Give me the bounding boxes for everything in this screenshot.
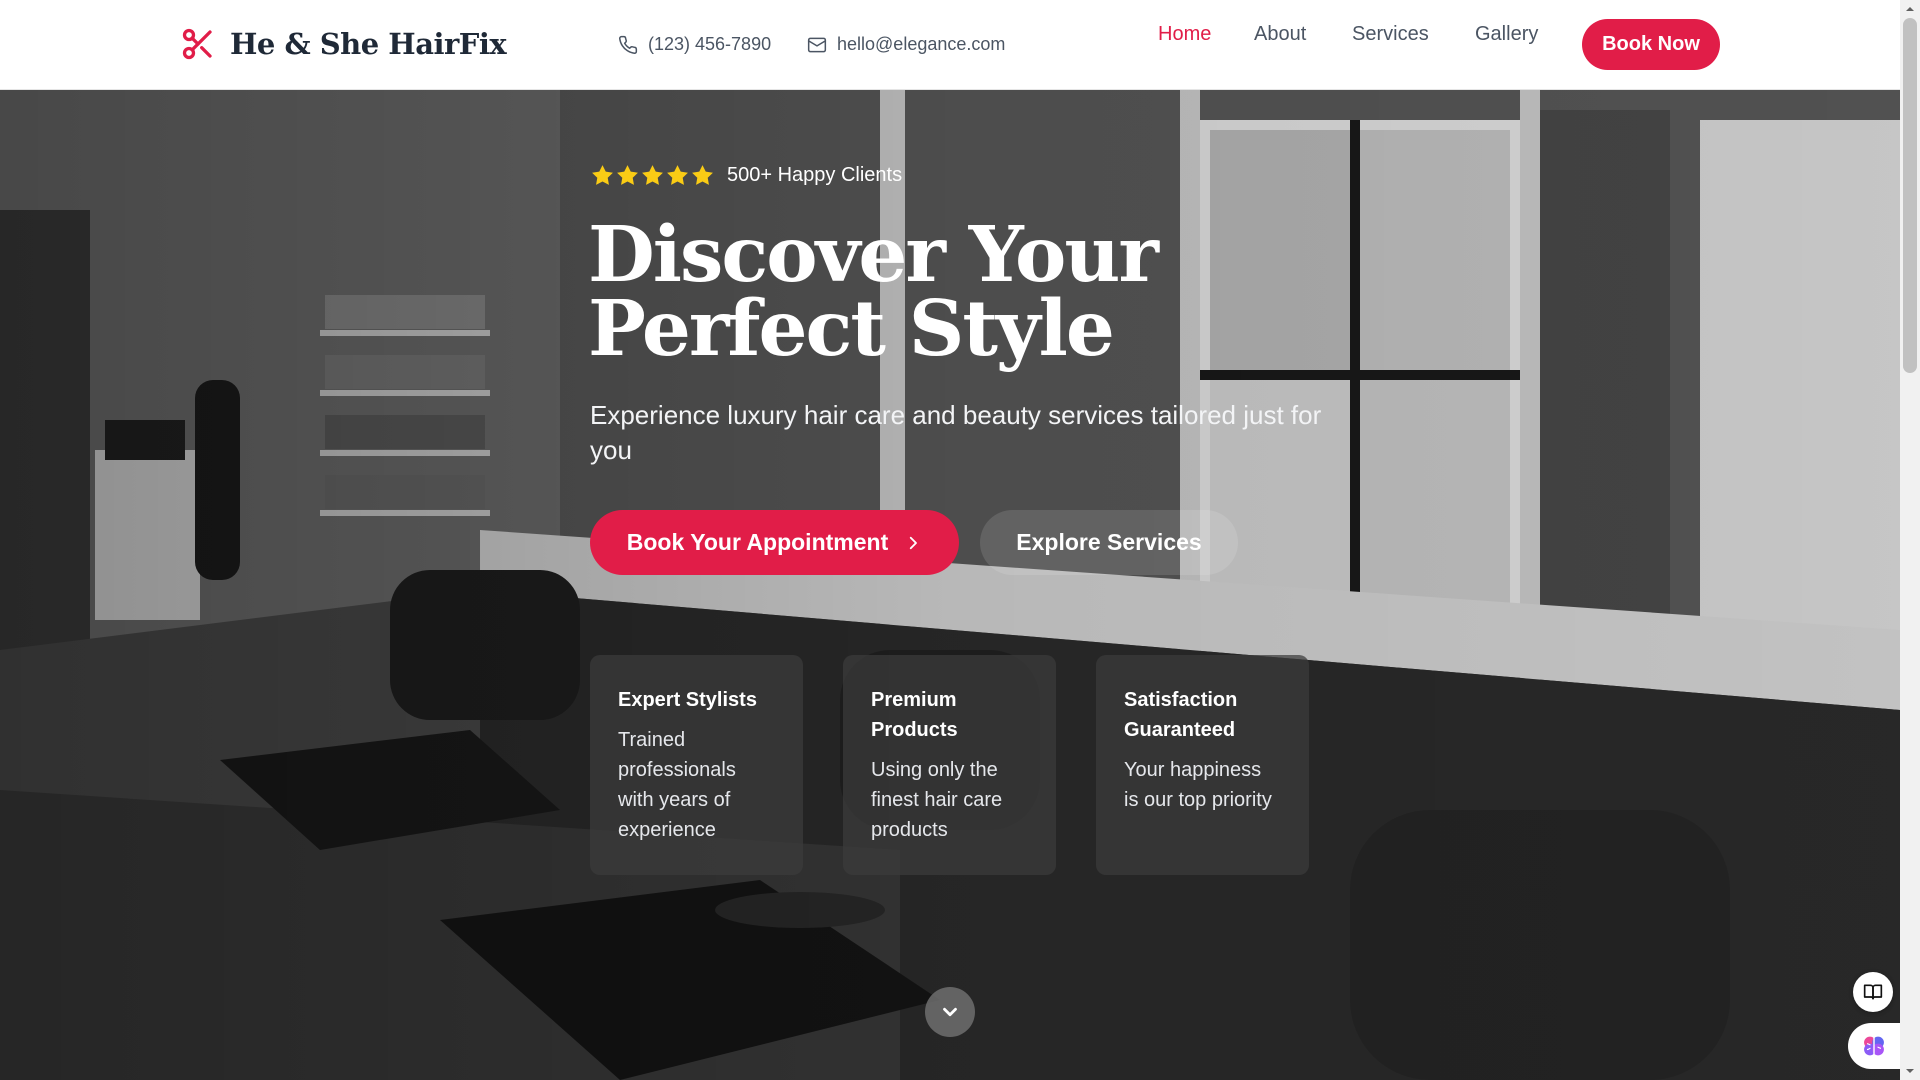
phone-number: (123) 456-7890 bbox=[648, 34, 772, 54]
book-icon bbox=[1863, 984, 1883, 1000]
feature-description: Using only the finest hair care products bbox=[871, 759, 1003, 841]
feature-title: Satisfaction Guaranteed bbox=[1124, 689, 1238, 741]
nav-gallery[interactable]: Gallery bbox=[1475, 23, 1538, 46]
star-icon bbox=[592, 165, 613, 185]
brand-name: He & She HairFix bbox=[230, 27, 507, 61]
headline-line-2: Perfect Style bbox=[588, 284, 1115, 374]
phone-icon bbox=[619, 35, 638, 54]
feature-card-satisfaction-guaranteed: Satisfaction Guaranteed Your happiness i… bbox=[1096, 655, 1309, 875]
feature-description: Trained professionals with years of expe… bbox=[618, 729, 736, 841]
nav-about[interactable]: About bbox=[1254, 23, 1306, 46]
contact-email[interactable]: hello@elegance.com bbox=[807, 34, 1005, 55]
scrollbar-thumb[interactable] bbox=[1903, 18, 1917, 373]
nav-services[interactable]: Services bbox=[1352, 23, 1429, 46]
hero-subtitle: Experience luxury hair care and beauty s… bbox=[590, 400, 1322, 465]
star-icon bbox=[667, 165, 688, 185]
brain-icon bbox=[1864, 1036, 1884, 1056]
nav-home[interactable]: Home bbox=[1158, 23, 1211, 46]
book-now-button[interactable]: Book Now bbox=[1582, 19, 1720, 70]
hero-headline: Discover Your Perfect Style bbox=[588, 217, 1388, 368]
star-icon bbox=[617, 165, 638, 185]
email-address: hello@elegance.com bbox=[837, 34, 1006, 54]
scroll-down-button[interactable] bbox=[925, 987, 975, 1037]
reader-widget-button[interactable] bbox=[1853, 972, 1893, 1012]
rating-badge: 500+ Happy Clients bbox=[590, 163, 902, 188]
site-header: He & She HairFix (123) 456-7890 hello@el… bbox=[0, 0, 1900, 90]
scroll-down-arrow-icon[interactable] bbox=[1903, 1064, 1917, 1078]
chevron-right-icon bbox=[910, 536, 918, 549]
star-icon bbox=[692, 165, 713, 185]
feature-title: Expert Stylists bbox=[618, 689, 757, 711]
contact-phone[interactable]: (123) 456-7890 bbox=[618, 34, 771, 55]
explore-services-button[interactable]: Explore Services bbox=[980, 510, 1238, 575]
feature-description: Your happiness is our top priority bbox=[1124, 759, 1272, 811]
brand-logo[interactable]: He & She HairFix bbox=[180, 26, 507, 62]
scroll-up-arrow-icon[interactable] bbox=[1903, 2, 1917, 16]
feature-card-premium-products: Premium Products Using only the finest h… bbox=[843, 655, 1056, 875]
book-appointment-label: Book Your Appointment bbox=[626, 529, 889, 555]
star-rating bbox=[590, 163, 715, 188]
star-icon bbox=[642, 165, 663, 185]
scissors-icon bbox=[182, 28, 212, 60]
assistant-widget-button[interactable] bbox=[1848, 1023, 1900, 1069]
feature-card-expert-stylists: Expert Stylists Trained professionals wi… bbox=[590, 655, 803, 875]
chevron-down-icon bbox=[943, 1007, 957, 1017]
feature-title: Premium Products bbox=[871, 689, 958, 741]
rating-text: 500+ Happy Clients bbox=[727, 164, 903, 186]
mail-icon bbox=[807, 37, 827, 52]
book-appointment-button[interactable]: Book Your Appointment bbox=[590, 510, 959, 575]
